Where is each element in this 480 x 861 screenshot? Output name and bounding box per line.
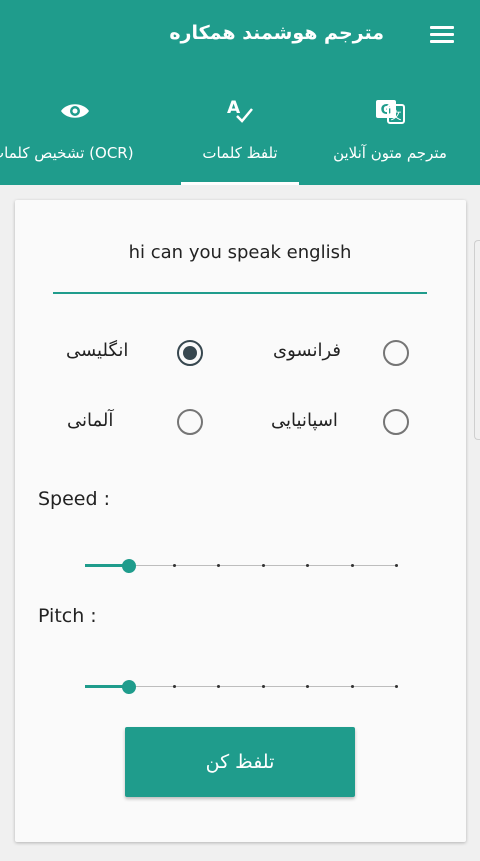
slider-tick: [261, 685, 265, 688]
slider-tick: [172, 564, 176, 567]
slider-tick: [306, 685, 310, 688]
pitch-slider[interactable]: [85, 677, 398, 697]
speak-button[interactable]: تلفظ کن: [125, 727, 355, 797]
app-bar: مترجم هوشمند همکاره G 文 مترجم متون آنلای…: [0, 0, 480, 185]
slider-tick: [306, 564, 310, 567]
tab-label: تشخیص کلمات (OCR): [0, 144, 134, 162]
radio-label-french: فرانسوی: [273, 340, 341, 361]
slider-tick: [350, 685, 354, 688]
pitch-label: Pitch :: [38, 605, 97, 627]
selected-tab-indicator: [181, 182, 299, 185]
slider-tick: [350, 564, 354, 567]
radio-spanish[interactable]: [383, 409, 409, 435]
tab-online-translator[interactable]: G 文 مترجم متون آنلاین: [300, 92, 480, 185]
svg-text:文: 文: [391, 108, 402, 122]
slider-tick: [172, 685, 176, 688]
spellcheck-icon: A: [227, 98, 253, 123]
menu-icon[interactable]: [430, 26, 454, 44]
tab-ocr[interactable]: تشخیص کلمات (OCR): [0, 92, 180, 185]
radio-english[interactable]: [177, 340, 203, 366]
slider-tick: [395, 685, 398, 688]
eye-icon: [61, 104, 89, 118]
scroll-edge: [474, 240, 480, 440]
google-translate-icon: G 文: [376, 100, 405, 124]
text-input-underline: [53, 292, 427, 294]
radio-label-german: آلمانی: [67, 410, 114, 431]
speed-slider[interactable]: [85, 556, 398, 576]
slider-tick: [261, 564, 265, 567]
tab-pronunciation[interactable]: A تلفظ کلمات: [181, 92, 299, 185]
svg-text:A: A: [227, 98, 241, 118]
radio-label-english: انگلیسی: [66, 340, 129, 361]
slider-thumb[interactable]: [121, 559, 136, 573]
text-input[interactable]: hi can you speak english: [0, 242, 480, 263]
speed-label: Speed :: [38, 488, 111, 510]
radio-label-spanish: اسپانیایی: [271, 410, 338, 431]
slider-tick: [395, 564, 398, 567]
slider-tick: [217, 685, 221, 688]
radio-german[interactable]: [177, 409, 203, 435]
app-title: مترجم هوشمند همکاره: [169, 22, 384, 44]
slider-tick: [217, 564, 221, 567]
tab-label: مترجم متون آنلاین: [333, 144, 447, 162]
tab-label: تلفظ کلمات: [202, 144, 278, 162]
slider-thumb[interactable]: [121, 680, 136, 694]
radio-french[interactable]: [383, 340, 409, 366]
